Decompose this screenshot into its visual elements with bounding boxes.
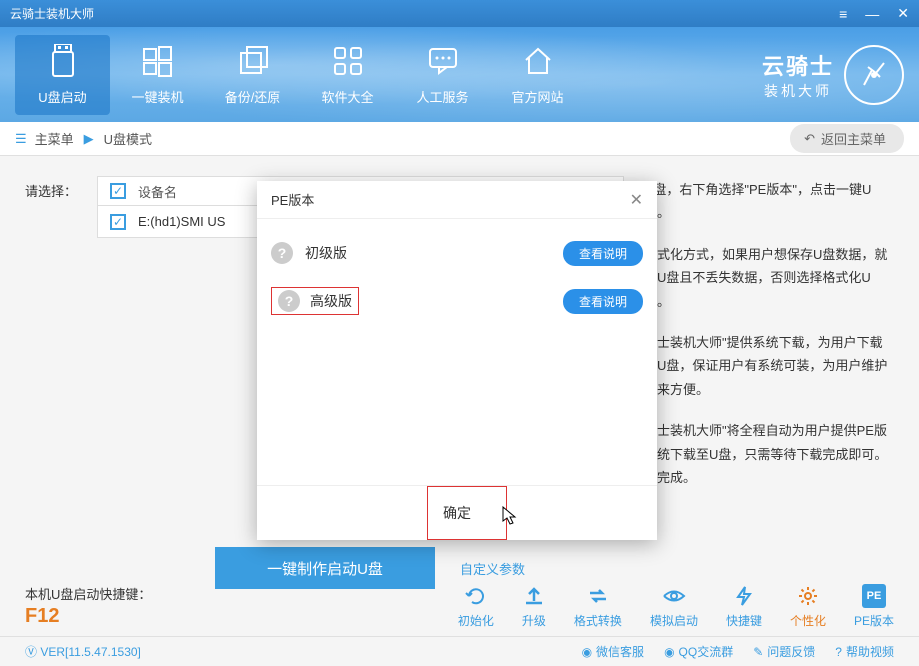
dialog-header: PE版本 ✕ [257, 181, 657, 219]
breadcrumb: ☰ 主菜单 ▶ U盘模式 ↶ 返回主菜单 [0, 122, 919, 156]
hotkey-info: 本机U盘启动快捷键： F12 [25, 584, 151, 628]
instruction-line: 骑士装机大师"将全程自动为用户提供PE版系统下载至U盘，只需等待下载完成即可。作… [644, 419, 894, 489]
tool-label: 一键装机 [131, 87, 183, 106]
ft-simulate[interactable]: 模拟启动 [650, 584, 698, 629]
status-bar: Ⓥ VER[11.5.47.1530] ◉微信客服 ◉QQ交流群 ✎问题反馈 ?… [0, 636, 919, 666]
list-icon: ☰ [15, 131, 27, 147]
view-desc-button[interactable]: 查看说明 [563, 289, 643, 314]
tool-label: 官方网站 [511, 87, 563, 106]
select-label: 请选择： [25, 176, 77, 200]
backup-icon [235, 43, 271, 79]
pe-option-label: 初级版 [305, 243, 347, 263]
status-qq[interactable]: ◉QQ交流群 [664, 643, 733, 660]
brand-main: 云骑士 [762, 49, 834, 81]
qq-icon: ◉ [664, 645, 674, 659]
status-feedback[interactable]: ✎问题反馈 [753, 643, 815, 660]
pe-version-dialog: PE版本 ✕ ? 初级版 查看说明 ? 高级版 查看说明 确定 [257, 181, 657, 540]
question-icon: ? [271, 242, 293, 264]
instruction-line: 格式化方式，如果用户想保存U盘数据，就化U盘且不丢失数据，否则选择格式化U盘。 [644, 243, 894, 313]
minimize-icon[interactable]: — [865, 6, 879, 22]
tool-software[interactable]: 软件大全 [300, 35, 395, 115]
title-bar: 云骑士装机大师 ≡ — ✕ [0, 0, 919, 27]
device-name: E:(hd1)SMI US [138, 214, 225, 229]
menu-icon[interactable]: ≡ [839, 6, 847, 22]
instruction-line: 骑士装机大师"提供系统下载，为用户下载至U盘，保证用户有系统可装，为用户维护带来… [644, 331, 894, 401]
status-help[interactable]: ?帮助视频 [835, 643, 894, 660]
dialog-title: PE版本 [271, 190, 314, 209]
brand-logo-icon [844, 45, 904, 105]
checkbox-device[interactable]: ✓ [110, 214, 126, 230]
window-controls: ≡ — ✕ [839, 5, 909, 22]
tool-label: 软件大全 [321, 87, 373, 106]
question-icon: ? [278, 290, 300, 312]
back-main-button[interactable]: ↶ 返回主菜单 [790, 124, 904, 153]
app-title: 云骑士装机大师 [10, 5, 94, 22]
instruction-line: U盘，右下角选择"PE版本"，点击一键U盘。 [644, 178, 894, 225]
ft-init[interactable]: 初始化 [458, 584, 494, 629]
pe-option-advanced[interactable]: ? 高级版 查看说明 [271, 277, 643, 325]
ft-personalize[interactable]: 个性化 [790, 584, 826, 629]
feedback-icon: ✎ [753, 645, 763, 659]
instructions: U盘，右下角选择"PE版本"，点击一键U盘。 格式化方式，如果用户想保存U盘数据… [644, 176, 894, 507]
col-device-name: 设备名 [138, 182, 177, 201]
wechat-icon: ◉ [582, 645, 592, 659]
tool-label: U盘启动 [38, 87, 86, 106]
back-label: 返回主菜单 [821, 129, 886, 148]
ft-upgrade[interactable]: 升级 [522, 584, 546, 629]
brand: 云骑士 装机大师 [762, 45, 904, 105]
dialog-close-icon[interactable]: ✕ [630, 190, 643, 210]
home-icon [520, 43, 556, 79]
selected-highlight: ? 高级版 [271, 287, 359, 315]
close-icon[interactable]: ✕ [897, 5, 909, 22]
ft-pe-version[interactable]: PEPE版本 [854, 584, 894, 629]
brand-sub: 装机大师 [764, 81, 832, 101]
tool-usb-boot[interactable]: U盘启动 [15, 35, 110, 115]
apps-icon [330, 43, 366, 79]
version-info[interactable]: Ⓥ VER[11.5.47.1530] [25, 643, 141, 660]
checkbox-all[interactable]: ✓ [110, 183, 126, 199]
tool-website[interactable]: 官方网站 [490, 35, 585, 115]
tool-one-key[interactable]: 一键装机 [110, 35, 205, 115]
cursor-icon [502, 506, 518, 526]
usb-icon [45, 43, 81, 79]
custom-params-link[interactable]: 自定义参数 [460, 559, 525, 578]
tool-backup[interactable]: 备份/还原 [205, 35, 300, 115]
main-toolbar: U盘启动 一键装机 备份/还原 软件大全 人工服务 官方网站 云骑士 装机大师 [0, 27, 919, 122]
view-desc-button[interactable]: 查看说明 [563, 241, 643, 266]
status-wechat[interactable]: ◉微信客服 [582, 643, 645, 660]
tool-label: 人工服务 [416, 87, 468, 106]
ft-format[interactable]: 格式转换 [574, 584, 622, 629]
tool-service[interactable]: 人工服务 [395, 35, 490, 115]
create-usb-button[interactable]: 一键制作启动U盘 [215, 547, 435, 589]
tool-label: 备份/还原 [225, 87, 281, 106]
breadcrumb-current: U盘模式 [104, 129, 152, 148]
chat-icon [425, 43, 461, 79]
windows-icon [140, 43, 176, 79]
undo-icon: ↶ [804, 131, 815, 147]
pe-option-basic[interactable]: ? 初级版 查看说明 [271, 229, 643, 277]
breadcrumb-root[interactable]: 主菜单 [35, 129, 74, 148]
pe-option-label: 高级版 [310, 291, 352, 311]
chevron-right-icon: ▶ [84, 131, 94, 147]
ft-shortcut[interactable]: 快捷键 [726, 584, 762, 629]
dialog-footer: 确定 [257, 485, 657, 540]
hotkey-value: F12 [25, 605, 151, 628]
help-icon: ? [835, 645, 842, 659]
ok-button[interactable]: 确定 [423, 495, 491, 531]
